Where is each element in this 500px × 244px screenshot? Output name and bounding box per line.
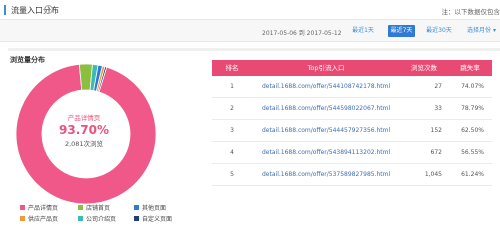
legend-item[interactable]: 产品详情页 [20, 203, 58, 212]
legend-swatch [20, 205, 25, 210]
legend-swatch [78, 205, 83, 210]
section-header: 流量入口分布 ? 注：以下数据仅包含 [0, 0, 500, 20]
legend-label: 供应产品页 [28, 216, 59, 223]
row-views: 27 [434, 83, 442, 90]
donut-center-label: 产品详情页 93.70% 2,081次浏览 [44, 112, 124, 148]
row-bounce: 74.07% [461, 83, 484, 90]
table-row: 3 detail.1688.com/offer/544457927356.htm… [212, 120, 492, 142]
select-month-dropdown[interactable]: 选择月份 ▾ [463, 25, 500, 37]
question-circle-icon[interactable]: ? [44, 5, 53, 14]
table-header: 排名 Top引流入口 浏览次数 跳失率 [212, 60, 492, 76]
row-rank: 1 [230, 83, 234, 90]
last-7-days-button[interactable]: 最近7天 [388, 25, 415, 37]
legend-swatch [134, 205, 139, 210]
legend-label: 产品详情页 [28, 205, 59, 212]
table-row: 4 detail.1688.com/offer/543894113202.htm… [212, 142, 492, 164]
row-bounce: 62.50% [461, 127, 484, 134]
row-views: 672 [430, 149, 442, 156]
legend-item[interactable]: 公司介绍页 [78, 214, 116, 223]
last-1-day-button[interactable]: 最近1天 [350, 25, 376, 37]
data-note: 注：以下数据仅包含 [441, 8, 500, 16]
date-range-text: 2017-05-06 到 2017-05-12 [262, 30, 342, 37]
legend-item[interactable]: 店铺首页 [78, 203, 110, 212]
column-header-bounce: 跳失率 [460, 64, 480, 72]
legend-label: 公司介绍页 [86, 216, 117, 223]
header-accent-bar [4, 5, 6, 15]
top-entry-table: 排名 Top引流入口 浏览次数 跳失率 1 detail.1688.com/of… [212, 60, 492, 186]
legend-swatch [78, 216, 83, 221]
column-header-views: 浏览次数 [411, 64, 437, 72]
legend-label: 其他页面 [142, 205, 167, 212]
legend-item[interactable]: 自定义页面 [134, 214, 172, 223]
row-views: 152 [430, 127, 442, 134]
row-rank: 3 [230, 127, 234, 134]
date-filter-bar: 2017-05-06 到 2017-05-12 最近1天 最近7天 最近30天 … [0, 20, 500, 42]
legend-label: 自定义页面 [142, 216, 173, 223]
row-bounce: 56.55% [461, 149, 484, 156]
row-bounce: 61.24% [461, 171, 484, 178]
legend-swatch [134, 216, 139, 221]
table-row: 1 detail.1688.com/offer/544108742178.htm… [212, 76, 492, 98]
legend-item[interactable]: 其他页面 [134, 203, 166, 212]
column-header-rank: 排名 [225, 64, 239, 72]
row-entry-link[interactable]: detail.1688.com/offer/544108742178.html [252, 76, 400, 97]
highlight-views: 2,081次浏览 [64, 140, 104, 148]
row-views: 33 [434, 105, 442, 112]
row-entry-link[interactable]: detail.1688.com/offer/544457927356.html [252, 120, 400, 141]
row-bounce: 78.79% [461, 105, 484, 112]
row-rank: 5 [230, 171, 234, 178]
last-30-days-button[interactable]: 最近30天 [424, 25, 454, 37]
row-views: 1,045 [424, 171, 442, 178]
highlight-page-name: 产品详情页 [67, 114, 101, 122]
row-entry-link[interactable]: detail.1688.com/offer/537589827985.html [252, 164, 400, 185]
row-rank: 4 [230, 149, 234, 156]
row-rank: 2 [230, 105, 234, 112]
table-row: 5 detail.1688.com/offer/537589827985.htm… [212, 164, 492, 186]
legend-swatch [20, 216, 25, 221]
panel-divider [8, 48, 500, 51]
table-row: 2 detail.1688.com/offer/544598022067.htm… [212, 98, 492, 120]
legend-item[interactable]: 供应产品页 [20, 214, 58, 223]
row-entry-link[interactable]: detail.1688.com/offer/544598022067.html [252, 98, 400, 119]
highlight-percent: 93.70% [59, 123, 109, 137]
column-header-entry: Top引流入口 [307, 64, 345, 72]
row-entry-link[interactable]: detail.1688.com/offer/543894113202.html [252, 142, 400, 163]
legend-label: 店铺首页 [86, 205, 111, 212]
